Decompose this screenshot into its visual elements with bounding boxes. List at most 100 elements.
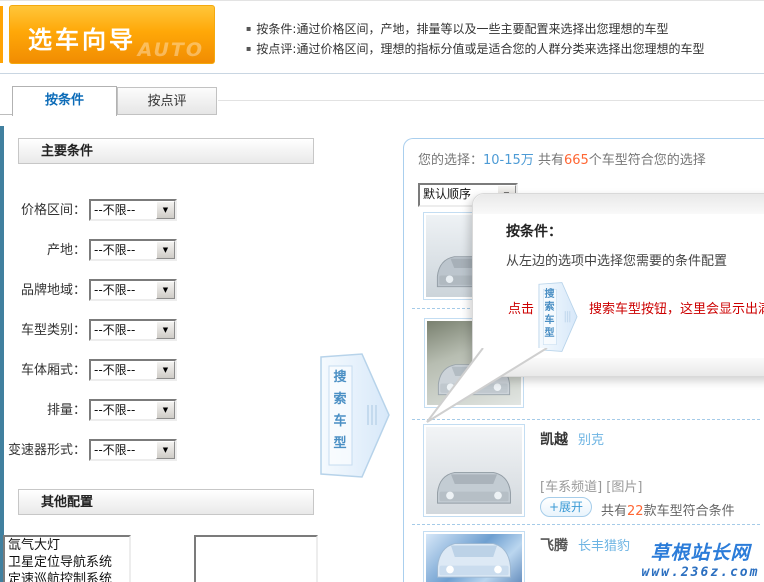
intro-bullet-review: ▪ 按点评:通过价格区间，理想的指标分值或是适合您的人群分类来选择出您理想的车型 — [246, 39, 704, 59]
grip-lines-icon — [564, 311, 571, 323]
count-suffix: 个车型符合您的选择 — [588, 153, 706, 168]
auto-watermark: AUTO — [137, 39, 204, 61]
config-options-listbox[interactable]: 氙气大灯 卫星定位导航系统 定速巡航控制系统 — [3, 535, 131, 582]
pictures-link[interactable]: [图片] — [606, 480, 642, 495]
selected-options-listbox[interactable] — [194, 535, 318, 582]
chevron-down-icon[interactable]: ▼ — [156, 361, 175, 379]
selection-value: 10-15万 — [483, 153, 534, 168]
select-value: --不限-- — [94, 283, 136, 297]
chevron-down-icon[interactable]: ▼ — [156, 241, 175, 259]
car-item-title: 凯越 别克 — [540, 429, 604, 449]
grip-lines-icon — [367, 405, 377, 425]
filter-label: 变速器形式： — [7, 443, 86, 458]
selection-summary: 您的选择：10-15万 共有665个车型符合您的选择 — [418, 149, 706, 168]
match-suffix: 款车型符合条件 — [643, 504, 735, 519]
popup-tail — [426, 348, 548, 423]
filter-row-price: 价格区间： --不限-- ▼ — [0, 199, 177, 223]
match-count-line: 共有22款车型符合条件 — [601, 500, 735, 519]
popup-instruction: 从左边的选项中选择您需要的条件配置 — [506, 254, 728, 269]
selection-label: 您的选择： — [418, 153, 484, 168]
car-photo-icon — [437, 543, 511, 578]
left-accent-bar — [0, 126, 4, 582]
filter-row-brand-region: 品牌地域： --不限-- ▼ — [0, 279, 177, 303]
match-count: 665 — [563, 153, 589, 168]
site-watermark: 草根站长网 www.236z.com — [633, 538, 764, 580]
car-photo-icon — [437, 471, 511, 504]
search-button-illustration-label: 搜索车型 — [544, 289, 555, 339]
body-style-select[interactable]: --不限-- ▼ — [89, 359, 177, 381]
chevron-down-icon[interactable]: ▼ — [156, 281, 175, 299]
brand-region-select[interactable]: --不限-- ▼ — [89, 279, 177, 301]
select-value: --不限-- — [94, 243, 136, 257]
select-value: --不限-- — [94, 363, 136, 377]
config-option[interactable]: 卫星定位导航系统 — [5, 554, 129, 571]
filter-row-transmission: 变速器形式： --不限-- ▼ — [0, 439, 177, 463]
chevron-down-icon[interactable]: ▼ — [156, 321, 175, 339]
car-photo — [426, 534, 522, 582]
chevron-down-icon[interactable]: ▼ — [156, 401, 175, 419]
filter-row-body-style: 车体厢式： --不限-- ▼ — [0, 359, 177, 383]
tab-by-condition[interactable]: 按条件 — [12, 86, 117, 116]
vehicle-class-select[interactable]: --不限-- ▼ — [89, 319, 177, 341]
select-value: --不限-- — [94, 323, 136, 337]
series-channel-link[interactable]: [车系频道] — [540, 480, 602, 495]
select-value: --不限-- — [94, 403, 136, 417]
car-item-links: [车系频道] [图片] — [540, 476, 642, 495]
chevron-down-icon[interactable]: ▼ — [156, 441, 175, 459]
car-thumbnail[interactable] — [423, 424, 525, 517]
section-other-config: 其他配置 — [18, 489, 314, 515]
filter-label: 品牌地域： — [20, 283, 86, 298]
tab-by-review[interactable]: 按点评 — [117, 87, 217, 115]
select-value: --不限-- — [94, 203, 136, 217]
car-name[interactable]: 凯越 — [540, 432, 568, 448]
count-prefix: 共有 — [537, 153, 564, 168]
filter-label: 排量： — [46, 403, 86, 418]
banner-edge — [0, 6, 3, 63]
origin-select[interactable]: --不限-- ▼ — [89, 239, 177, 261]
match-count: 22 — [627, 504, 644, 519]
car-name[interactable]: 飞腾 — [540, 538, 568, 554]
car-photo — [426, 427, 522, 514]
intro-bullet-condition: ▪ 按条件:通过价格区间，产地，排量等以及一些主要配置来选择出您理想的车型 — [246, 19, 704, 39]
displacement-select[interactable]: --不限-- ▼ — [89, 399, 177, 421]
config-option[interactable]: 定速巡航控制系统 — [5, 571, 129, 582]
header: 选车向导 AUTO ▪ 按条件:通过价格区间，产地，排量等以及一些主要配置来选择出… — [0, 0, 764, 74]
popup-title: 按条件： — [506, 224, 562, 240]
tab-baseline — [0, 114, 12, 115]
car-brand-link[interactable]: 长丰猎豹 — [578, 539, 630, 554]
bullet-icon: ▪ — [246, 24, 252, 33]
filter-label: 产地： — [46, 243, 86, 258]
search-cars-button-label[interactable]: 搜索车型 — [329, 367, 351, 455]
filter-label: 价格区间： — [20, 203, 86, 218]
bullet-icon: ▪ — [246, 44, 252, 53]
car-wizard-page: 选车向导 AUTO ▪ 按条件:通过价格区间，产地，排量等以及一些主要配置来选择出… — [0, 0, 764, 582]
section-main-conditions: 主要条件 — [18, 138, 314, 164]
expand-button[interactable]: +展开 — [540, 497, 593, 517]
popup-instruction-2: 搜索车型按钮，这里会显示出满足 — [589, 302, 764, 317]
dashed-divider — [412, 524, 760, 525]
filter-row-origin: 产地： --不限-- ▼ — [0, 239, 177, 263]
config-option[interactable]: 氙气大灯 — [5, 537, 129, 554]
wizard-logo: 选车向导 AUTO — [9, 5, 215, 64]
filter-label: 车型类别： — [20, 323, 86, 338]
intro-text: 按点评:通过价格区间，理想的指标分值或是适合您的人群分类来选择出您理想的车型 — [256, 42, 705, 56]
select-value: --不限-- — [94, 443, 136, 457]
filter-label: 车体厢式： — [20, 363, 86, 378]
popup-click-label: 点击 — [508, 302, 535, 317]
match-prefix: 共有 — [601, 504, 628, 519]
car-thumbnail[interactable] — [423, 531, 525, 582]
chevron-down-icon[interactable]: ▼ — [156, 201, 175, 219]
popup-top-strip — [473, 194, 764, 214]
page-title: 选车向导 — [28, 26, 136, 54]
transmission-select[interactable]: --不限-- ▼ — [89, 439, 177, 461]
intro-bullets: ▪ 按条件:通过价格区间，产地，排量等以及一些主要配置来选择出您理想的车型 ▪ 按点… — [246, 19, 704, 59]
car-item-title: 飞腾 长丰猎豹 — [540, 535, 630, 555]
filter-row-vehicle-class: 车型类别： --不限-- ▼ — [0, 319, 177, 343]
price-range-select[interactable]: --不限-- ▼ — [89, 199, 177, 221]
tab-extension-line — [218, 100, 764, 101]
site-watermark-name: 草根站长网 — [650, 542, 751, 564]
intro-text: 按条件:通过价格区间，产地，排量等以及一些主要配置来选择出您理想的车型 — [256, 22, 669, 36]
car-brand-link[interactable]: 别克 — [578, 433, 604, 448]
site-watermark-url: www.236z.com — [641, 565, 760, 580]
filter-row-displacement: 排量： --不限-- ▼ — [0, 399, 177, 423]
